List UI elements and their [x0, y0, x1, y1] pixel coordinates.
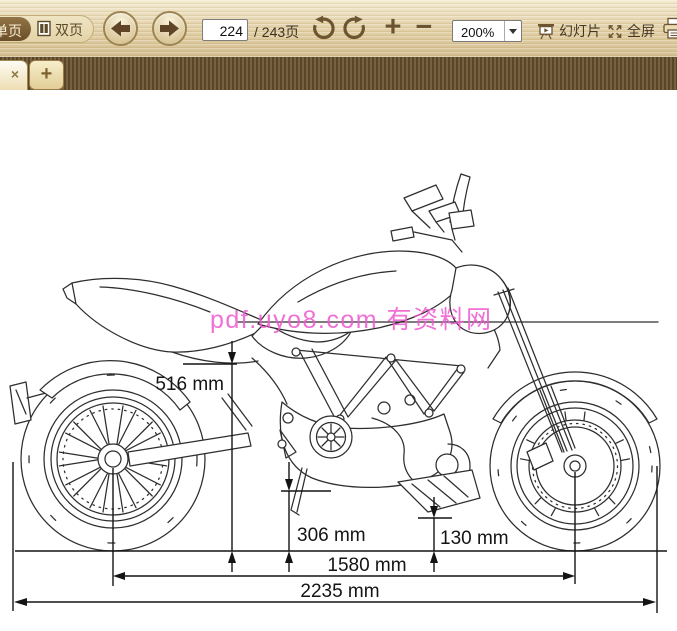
dim-seat-height: 516 mm: [155, 374, 224, 395]
pdf-reader-window: { "toolbar": { "single_page": "单页", "dou…: [0, 0, 677, 631]
page-mode-group: 单页 双页: [0, 15, 94, 43]
dim-mid-height: 306 mm: [297, 525, 366, 546]
double-page-label: 双页: [55, 22, 83, 38]
fullscreen-icon: [608, 24, 622, 38]
rotate-ccw-icon: [312, 15, 335, 40]
dim-wheelbase: 1580 mm: [327, 555, 406, 576]
rotate-cw-button[interactable]: [341, 15, 369, 43]
watermark-text: pdf.uyo8.com 有资料网: [210, 306, 493, 334]
double-page-icon: [37, 20, 51, 40]
tab-bar: × +: [0, 57, 677, 91]
zoom-level-value: 200%: [461, 25, 495, 40]
swingarm: [127, 393, 253, 467]
page-total-label: / 243页: [254, 24, 300, 40]
fullscreen-button[interactable]: 全屏: [607, 21, 655, 41]
arrow-right-icon: [160, 20, 179, 37]
slideshow-label: 幻灯片: [559, 23, 601, 39]
page-number-input[interactable]: 224: [202, 19, 248, 41]
print-button[interactable]: [662, 17, 677, 45]
fullscreen-label: 全屏: [627, 23, 655, 39]
rear-bracket: [9, 381, 32, 425]
motorcycle-drawing: 516 mm 306 mm 130 mm 1580 mm 2235 mm pdf…: [9, 173, 667, 613]
single-page-button[interactable]: 单页: [0, 17, 31, 41]
document-tab[interactable]: ×: [0, 60, 28, 91]
slideshow-button[interactable]: 幻灯片: [537, 21, 601, 41]
dim-overall-length: 2235 mm: [300, 581, 379, 602]
front-fork: [493, 287, 576, 453]
zoom-level-select[interactable]: 200%: [452, 20, 522, 42]
new-tab-button[interactable]: +: [29, 60, 64, 90]
rotate-cw-icon: [342, 15, 365, 40]
next-page-button[interactable]: [152, 11, 187, 46]
toolbar: 单页 双页 224 / 243页 + − 200% 幻灯片 全屏: [0, 0, 677, 58]
double-page-button[interactable]: 双页: [37, 20, 83, 40]
previous-page-button[interactable]: [103, 11, 138, 46]
frame-trellis: [291, 347, 466, 424]
arrow-left-icon: [111, 20, 130, 37]
tab-close-button[interactable]: ×: [11, 67, 19, 81]
zoom-in-button[interactable]: +: [379, 12, 407, 42]
front-fender: [492, 371, 658, 424]
dim-ground-clearance: 130 mm: [440, 528, 509, 549]
zoom-out-button[interactable]: −: [410, 12, 438, 42]
document-page[interactable]: 516 mm 306 mm 130 mm 1580 mm 2235 mm pdf…: [0, 90, 677, 631]
slideshow-icon: [538, 23, 554, 39]
chevron-down-icon[interactable]: [504, 21, 521, 41]
printer-icon: [663, 17, 677, 39]
rotate-ccw-button[interactable]: [308, 15, 336, 43]
